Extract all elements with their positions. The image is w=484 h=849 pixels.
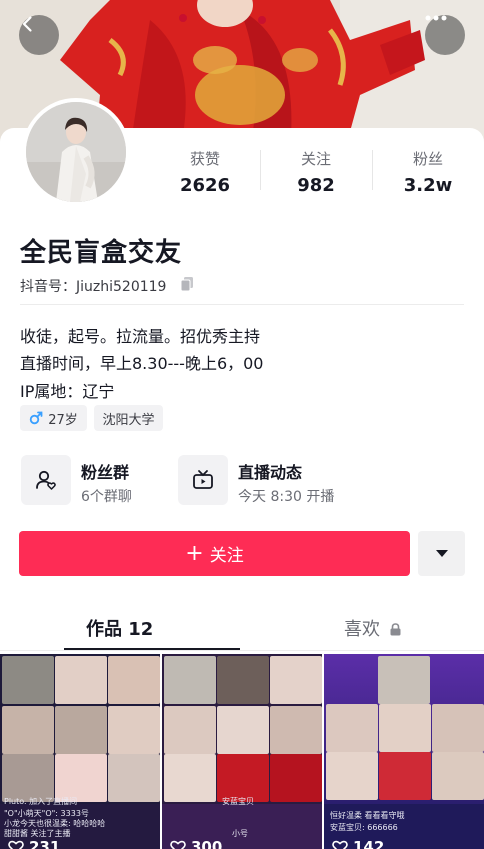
tab-active-indicator — [64, 648, 240, 650]
live-title: 直播动态 — [238, 463, 303, 482]
heart-icon — [8, 840, 24, 849]
ip-location: IP属地：辽宁 — [20, 382, 115, 401]
tab-likes[interactable]: 喜欢 — [344, 615, 401, 641]
school-label: 沈阳大学 — [102, 412, 155, 428]
school-tag[interactable]: 沈阳大学 — [94, 405, 163, 431]
stat-likes-label: 获赞 — [189, 150, 220, 168]
avatar-image — [26, 102, 126, 202]
video-likes: 231 — [8, 838, 60, 849]
stat-likes[interactable]: 获赞 2626 — [155, 148, 255, 196]
fans-group-icon — [36, 470, 56, 490]
video-likes-count: 231 — [29, 838, 61, 849]
plus-icon: + — [185, 540, 204, 566]
heart-icon — [332, 840, 348, 849]
lock-icon — [390, 623, 401, 636]
stat-followers-value: 3.2w — [403, 175, 453, 196]
heart-icon — [170, 840, 186, 849]
follow-button[interactable]: + 关注 — [19, 531, 410, 576]
caret-down-icon — [435, 549, 448, 557]
video-comment: Pluto. 加入了直播间 — [4, 797, 78, 806]
douyin-id: 抖音号：Jiuzhi520119 — [20, 279, 167, 295]
video-thumbnail[interactable]: 安蓝宝贝 小号 300 — [162, 654, 322, 849]
divider — [20, 304, 464, 305]
video-comment: 小号 — [232, 829, 248, 838]
more-button[interactable] — [425, 15, 465, 55]
tab-likes-label: 喜欢 — [344, 619, 380, 640]
live-subtitle: 今天 8:30 开播 — [238, 489, 335, 505]
back-button[interactable] — [19, 15, 59, 55]
copy-icon[interactable] — [180, 276, 194, 292]
tab-baseline — [0, 650, 484, 651]
stat-followers-label: 粉丝 — [412, 150, 443, 168]
fans-group-entry[interactable]: 粉丝群 6个群聊 — [21, 455, 171, 507]
tab-works[interactable]: 作品 12 — [86, 615, 153, 641]
stat-following-label: 关注 — [300, 150, 331, 168]
stat-following[interactable]: 关注 982 — [266, 148, 366, 196]
video-thumbnail[interactable]: Pluto. 加入了直播间 "O"小萌天"O": 3333号 小龙今天也很温柔:… — [0, 654, 160, 849]
video-comment: 安蓝宝贝: 666666 — [330, 823, 398, 832]
video-likes-count: 142 — [353, 838, 385, 849]
live-entry[interactable]: 直播动态 今天 8:30 开播 — [178, 455, 358, 507]
stat-divider — [372, 150, 373, 190]
follow-label: 关注 — [209, 546, 244, 566]
tv-icon — [193, 470, 213, 489]
profile-name: 全民盲盒交友 — [20, 238, 183, 268]
video-thumbnail[interactable]: 恒好温柔 看看看守哦 安蓝宝贝: 666666 142 — [324, 654, 484, 849]
age-label: 27岁 — [48, 412, 78, 428]
stat-likes-value: 2626 — [179, 175, 231, 196]
avatar[interactable] — [22, 98, 130, 206]
age-tag: 27岁 — [20, 405, 87, 431]
bio-line: 收徒，起号。拉流量。招优秀主持 — [20, 327, 261, 346]
fans-group-title: 粉丝群 — [81, 463, 130, 482]
male-icon — [30, 411, 43, 425]
video-comment: 恒好温柔 看看看守哦 — [330, 811, 405, 820]
video-likes-count: 300 — [191, 838, 223, 849]
video-comment: 安蓝宝贝 — [222, 797, 254, 806]
stat-followers[interactable]: 粉丝 3.2w — [378, 148, 478, 196]
fans-group-subtitle: 6个群聊 — [81, 489, 132, 505]
chevron-left-icon — [22, 16, 32, 32]
recommend-dropdown-button[interactable] — [418, 531, 465, 576]
video-likes: 300 — [170, 838, 222, 849]
video-likes: 142 — [332, 838, 384, 849]
more-horizontal-icon — [425, 15, 447, 21]
bio-line: 直播时间，早上8.30---晚上6，00 — [20, 354, 264, 373]
stat-following-value: 982 — [297, 175, 335, 196]
stat-divider — [260, 150, 261, 190]
